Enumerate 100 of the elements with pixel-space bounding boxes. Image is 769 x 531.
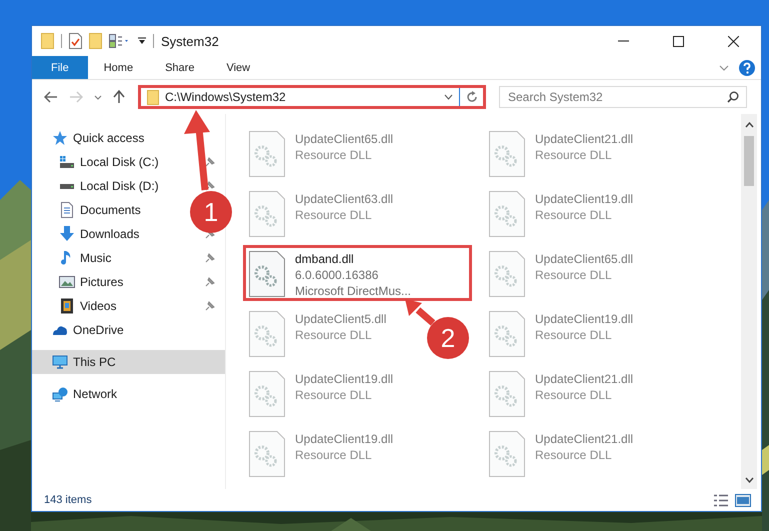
ribbon-tab[interactable]: View (210, 56, 266, 79)
nav-item[interactable]: Local Disk (C:) (32, 150, 165, 174)
address-bar[interactable]: C:\Windows\System32 (138, 85, 486, 109)
file-tile[interactable]: UpdateClient63.dll Resource DLL (243, 185, 396, 241)
scroll-down-icon[interactable] (744, 477, 754, 483)
nav-label: Quick access (73, 131, 144, 145)
gear-file-icon (249, 191, 285, 237)
nav-item[interactable]: Pictures (32, 270, 130, 294)
maximize-icon (673, 36, 684, 46)
file-tile[interactable]: dmband.dll 6.0.6000.16386 Microsoft DirectMus... (243, 245, 472, 301)
star-icon (52, 130, 68, 146)
file-detail: Resource DLL (535, 147, 613, 163)
file-name: UpdateClient19.dll (295, 431, 394, 447)
nav-label: Network (73, 387, 118, 401)
address-path: C:\Windows\System32 (165, 90, 287, 104)
file-name: UpdateClient65.dll (535, 251, 634, 267)
nav-item[interactable]: OneDrive (32, 318, 130, 342)
file-name: UpdateClient65.dll (295, 131, 394, 147)
file-tile[interactable]: UpdateClient21.dll Resource DLL (483, 425, 636, 481)
help-icon[interactable] (739, 60, 755, 76)
step-badge: 2 (427, 317, 469, 359)
nav-label: Local Disk (D:) (80, 179, 159, 193)
file-tile[interactable]: UpdateClient19.dll Resource DLL (483, 305, 636, 361)
network-icon (52, 386, 68, 402)
minimize-icon (618, 40, 629, 42)
file-detail: Microsoft DirectMus... (295, 283, 412, 299)
monitor-icon (52, 354, 68, 370)
nav-item[interactable]: Documents (32, 198, 147, 222)
nav-item[interactable]: Local Disk (D:) (32, 174, 165, 198)
ribbon-tab[interactable]: Home (88, 56, 150, 79)
file-detail: Resource DLL (295, 207, 373, 223)
details-view-icon[interactable] (713, 494, 729, 506)
film-icon (59, 298, 75, 314)
close-icon (728, 36, 739, 46)
file-tile[interactable]: UpdateClient21.dll Resource DLL (483, 125, 636, 181)
gear-file-icon (489, 191, 525, 237)
gear-file-icon (249, 251, 285, 297)
nav-item[interactable]: Videos (32, 294, 122, 318)
search-field[interactable]: Search System32 (499, 86, 747, 108)
properties-icon[interactable] (109, 34, 131, 48)
caret-icon[interactable] (138, 37, 146, 45)
ribbon-tab[interactable]: Share (149, 56, 210, 79)
picture-icon (59, 274, 75, 290)
file-tile[interactable]: UpdateClient19.dll Resource DLL (243, 425, 396, 481)
file-name: UpdateClient19.dll (535, 311, 634, 327)
gear-file-icon (489, 431, 525, 477)
file-name: UpdateClient21.dll (535, 371, 634, 387)
chevron-down-icon[interactable] (444, 94, 453, 100)
nav-label: Pictures (80, 275, 124, 289)
back-arrow-icon[interactable] (44, 91, 58, 103)
up-arrow-icon[interactable] (113, 90, 125, 104)
file-name: UpdateClient19.dll (295, 371, 394, 387)
refresh-icon[interactable] (466, 91, 478, 103)
chevron-down-icon[interactable] (719, 64, 729, 70)
file-name: UpdateClient5.dll (295, 311, 386, 327)
gear-file-icon (249, 371, 285, 417)
gear-file-icon (249, 311, 285, 357)
annotation-arrow (405, 299, 436, 326)
scroll-up-icon[interactable] (744, 122, 754, 128)
file-detail: Resource DLL (295, 327, 373, 343)
file-name: dmband.dll (295, 251, 355, 267)
file-tile[interactable]: UpdateClient5.dll Resource DLL (243, 305, 390, 361)
window-title: System32 (161, 34, 219, 48)
pin-icon[interactable] (205, 157, 215, 167)
nav-item[interactable]: Network (32, 382, 124, 406)
pin-icon[interactable] (205, 277, 215, 287)
file-detail: Resource DLL (535, 327, 613, 343)
nav-item[interactable]: Downloads (32, 222, 146, 246)
file-tab[interactable]: File (32, 56, 88, 79)
file-tile[interactable]: UpdateClient65.dll Resource DLL (483, 245, 636, 301)
file-detail: Resource DLL (535, 447, 613, 463)
document-icon (59, 202, 75, 218)
large-icons-view-icon[interactable] (735, 494, 751, 506)
scroll-thumb[interactable] (744, 136, 754, 186)
checked-document-icon[interactable] (69, 33, 82, 49)
file-name: UpdateClient19.dll (535, 191, 634, 207)
pin-icon[interactable] (205, 253, 215, 263)
file-tile[interactable]: UpdateClient19.dll Resource DLL (483, 185, 636, 241)
file-tile[interactable]: UpdateClient21.dll Resource DLL (483, 365, 636, 421)
step-badge: 1 (190, 191, 232, 233)
drive-icon (59, 154, 75, 170)
pin-icon[interactable] (205, 181, 215, 191)
pin-icon[interactable] (205, 301, 215, 311)
file-detail: Resource DLL (295, 387, 373, 403)
search-icon[interactable] (727, 91, 739, 103)
nav-item[interactable]: Music (32, 246, 118, 270)
folder-icon (147, 90, 159, 104)
nav-label: Local Disk (C:) (80, 155, 159, 169)
nav-label: This PC (73, 355, 116, 369)
selected-nav-item[interactable]: This PC (32, 350, 225, 374)
file-tile[interactable]: UpdateClient65.dll Resource DLL (243, 125, 396, 181)
file-detail: Resource DLL (535, 207, 613, 223)
file-detail: Resource DLL (535, 387, 613, 403)
gear-file-icon (489, 131, 525, 177)
file-tile[interactable]: UpdateClient19.dll Resource DLL (243, 365, 396, 421)
file-detail: Resource DLL (535, 267, 613, 283)
nav-item[interactable]: Quick access (32, 126, 150, 150)
down-arrow-icon (59, 226, 75, 242)
nav-label: Downloads (80, 227, 140, 241)
scrollbar[interactable] (741, 114, 757, 489)
